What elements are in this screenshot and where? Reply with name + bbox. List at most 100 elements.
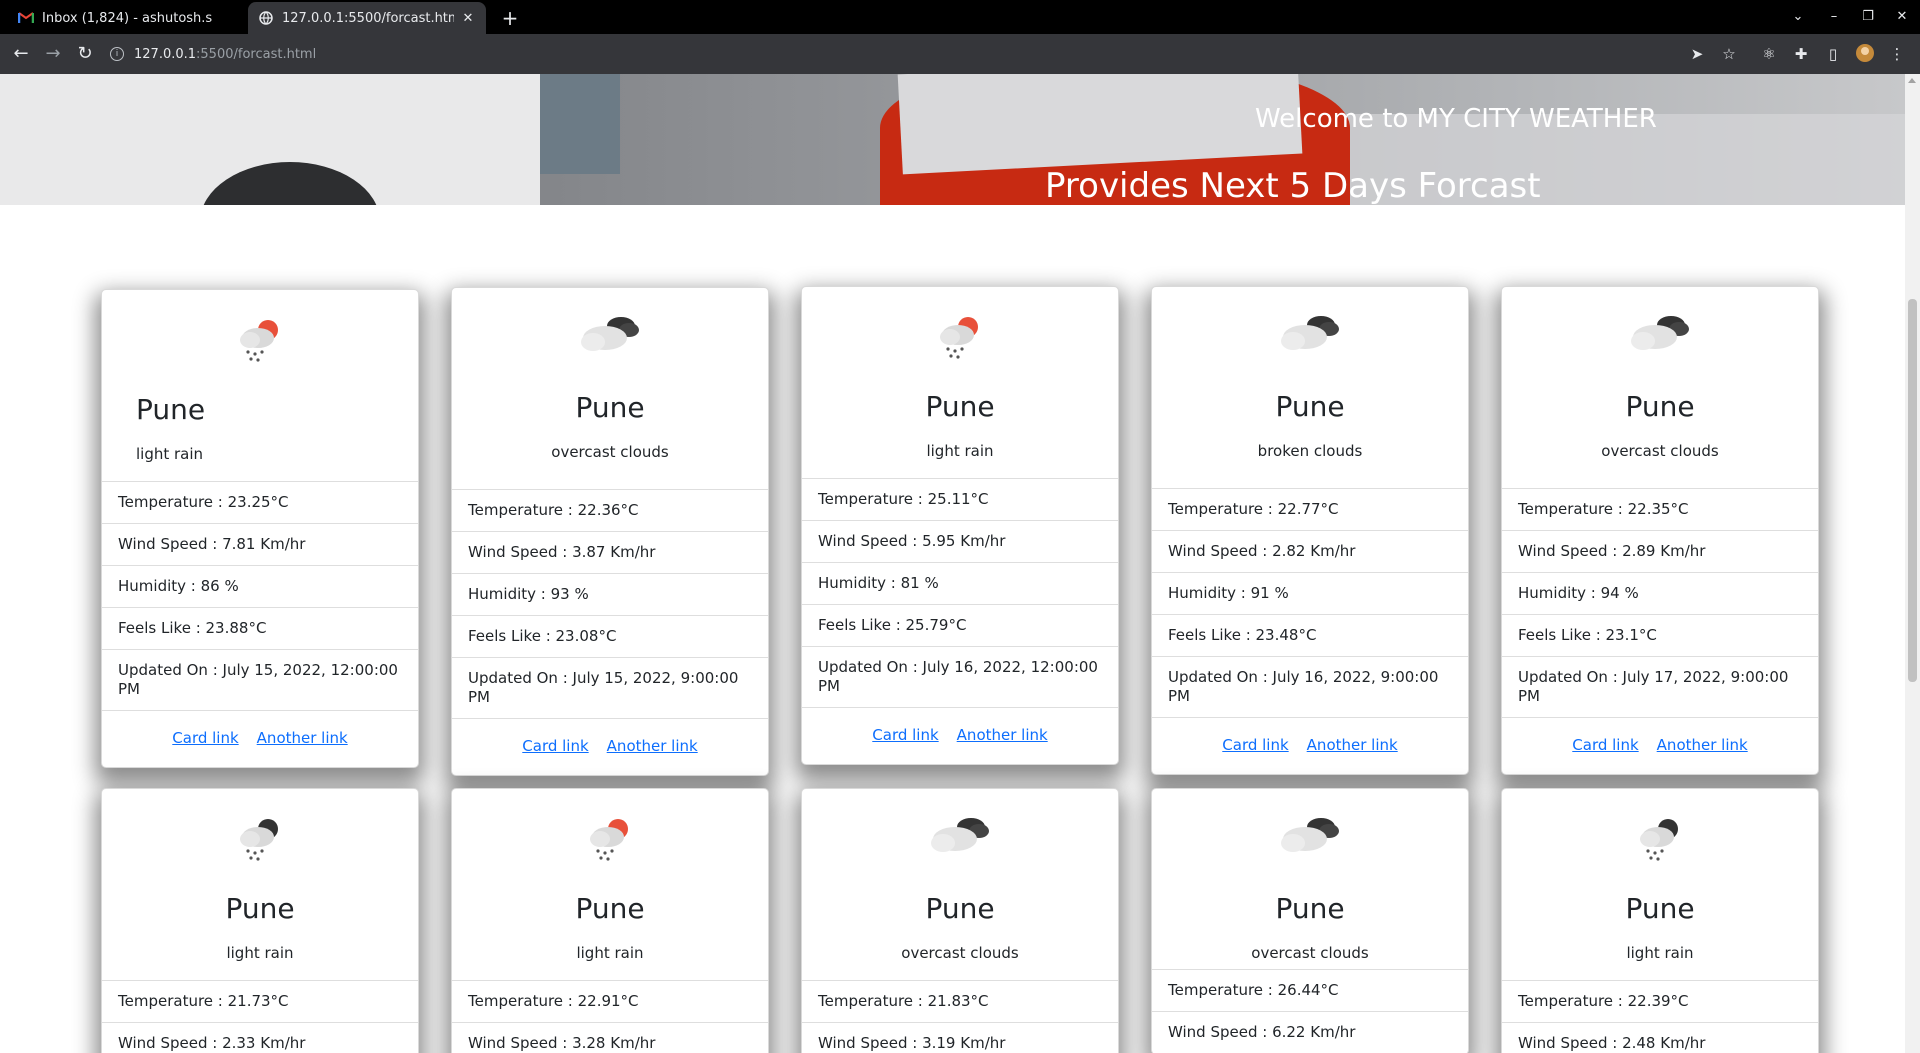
hero-image-window [540, 74, 620, 174]
close-window-icon[interactable]: ✕ [1890, 6, 1914, 28]
back-icon[interactable]: ← [8, 41, 34, 67]
wind-speed-item: Wind Speed : 3.28 Km/hr [452, 1023, 768, 1053]
page-scrollbar[interactable] [1905, 74, 1920, 1053]
humidity-item: Humidity : 91 % [1152, 573, 1468, 615]
rain-sun-icon [102, 310, 418, 370]
card-links: Card link Another link [102, 711, 418, 767]
card-link[interactable]: Card link [872, 726, 938, 744]
feels-like-item: Feels Like : 23.88°C [102, 608, 418, 650]
hero-banner: Welcome to MY CITY WEATHER Provides Next… [0, 74, 1905, 205]
wind-speed-item: Wind Speed : 7.81 Km/hr [102, 524, 418, 566]
tab-search-icon[interactable]: ⌄ [1786, 6, 1810, 28]
card-description: broken clouds [1257, 442, 1363, 460]
tab-forcast-page[interactable]: 127.0.0.1:5500/forcast.htm ✕ [248, 2, 486, 34]
humidity-item: Humidity : 81 % [802, 563, 1118, 605]
browser-menu-icon[interactable]: ⋮ [1886, 43, 1908, 65]
another-link[interactable]: Another link [1307, 736, 1398, 754]
another-link[interactable]: Another link [607, 737, 698, 755]
temperature-item: Temperature : 22.36°C [452, 490, 768, 532]
another-link[interactable]: Another link [1657, 736, 1748, 754]
card-links: Card link Another link [802, 708, 1118, 764]
another-link[interactable]: Another link [957, 726, 1048, 744]
card-description: overcast clouds [551, 443, 669, 461]
card-details-list: Temperature : 26.44°C Wind Speed : 6.22 … [1152, 969, 1468, 1053]
scroll-up-arrow-icon[interactable] [1908, 78, 1916, 83]
gmail-icon [18, 10, 34, 26]
card-link[interactable]: Card link [172, 729, 238, 747]
card-details-list: Temperature : 22.77°C Wind Speed : 2.82 … [1152, 488, 1468, 718]
forward-icon[interactable]: → [40, 41, 66, 67]
another-link[interactable]: Another link [257, 729, 348, 747]
overcast-clouds-icon [802, 809, 1118, 859]
card-links: Card link Another link [1502, 718, 1818, 774]
temperature-item: Temperature : 22.77°C [1152, 489, 1468, 531]
minimize-icon[interactable]: – [1822, 6, 1846, 28]
scrollbar-thumb[interactable] [1908, 299, 1917, 682]
card-link[interactable]: Card link [522, 737, 588, 755]
react-devtools-icon[interactable]: ⚛ [1758, 43, 1780, 65]
temperature-item: Temperature : 22.39°C [1502, 981, 1818, 1023]
forecast-card: Pune overcast clouds Temperature : 26.44… [1151, 788, 1469, 1053]
extensions-puzzle-icon[interactable]: ✚ [1790, 43, 1812, 65]
card-description: light rain [926, 442, 994, 460]
feels-like-item: Feels Like : 25.79°C [802, 605, 1118, 647]
card-details-list: Temperature : 21.83°C Wind Speed : 3.19 … [802, 980, 1118, 1053]
card-city: Pune [925, 390, 995, 423]
card-details-list: Temperature : 22.91°C Wind Speed : 3.28 … [452, 980, 768, 1053]
wind-speed-item: Wind Speed : 2.48 Km/hr [1502, 1023, 1818, 1053]
address-bar[interactable]: i 127.0.0.1:5500/forcast.html [110, 39, 1710, 69]
humidity-item: Humidity : 94 % [1502, 573, 1818, 615]
temperature-item: Temperature : 22.35°C [1502, 489, 1818, 531]
rain-night-icon [102, 809, 418, 869]
forecast-card: Pune overcast clouds Temperature : 22.35… [1501, 286, 1819, 775]
overcast-clouds-icon [1152, 809, 1468, 859]
wind-speed-item: Wind Speed : 2.89 Km/hr [1502, 531, 1818, 573]
close-tab-icon[interactable]: ✕ [460, 11, 476, 26]
card-city: Pune [1625, 892, 1695, 925]
send-icon[interactable]: ➤ [1686, 43, 1708, 65]
wind-speed-item: Wind Speed : 3.87 Km/hr [452, 532, 768, 574]
tab-title: Inbox (1,824) - ashutosh.s [42, 10, 213, 26]
card-link[interactable]: Card link [1572, 736, 1638, 754]
wind-speed-item: Wind Speed : 2.33 Km/hr [102, 1023, 418, 1053]
side-panel-icon[interactable]: ▯ [1822, 43, 1844, 65]
reload-icon[interactable]: ↻ [72, 41, 98, 67]
updated-on-item: Updated On : July 16, 2022, 9:00:00 PM [1152, 657, 1468, 718]
site-info-icon[interactable]: i [110, 47, 124, 61]
card-header: Pune overcast clouds [452, 288, 768, 479]
wind-speed-item: Wind Speed : 2.82 Km/hr [1152, 531, 1468, 573]
card-description: light rain [226, 944, 294, 962]
updated-on-item: Updated On : July 15, 2022, 12:00:00 PM [102, 650, 418, 711]
card-details-list: Temperature : 23.25°C Wind Speed : 7.81 … [102, 481, 418, 711]
restore-icon[interactable]: ❐ [1856, 6, 1880, 28]
card-link[interactable]: Card link [1222, 736, 1288, 754]
temperature-item: Temperature : 22.91°C [452, 981, 768, 1023]
browser-toolbar: ← → ↻ i 127.0.0.1:5500/forcast.html ➤ ☆ … [0, 34, 1920, 74]
feels-like-item: Feels Like : 23.48°C [1152, 615, 1468, 657]
card-header: Pune overcast clouds [1502, 287, 1818, 478]
card-header: Pune light rain [452, 789, 768, 980]
forecast-card: Pune light rain Temperature : 25.11°C Wi… [801, 286, 1119, 765]
bookmark-star-icon[interactable]: ☆ [1718, 43, 1740, 65]
new-tab-button[interactable]: + [496, 4, 524, 32]
card-header: Pune light rain [102, 789, 418, 980]
broken-clouds-icon [1152, 307, 1468, 357]
forecast-card: Pune light rain Temperature : 22.91°C Wi… [451, 788, 769, 1053]
forecast-card: Pune light rain Temperature : 22.39°C Wi… [1501, 788, 1819, 1053]
card-city: Pune [575, 892, 645, 925]
card-header: Pune light rain [802, 287, 1118, 478]
profile-avatar-icon[interactable] [1854, 43, 1876, 65]
card-links: Card link Another link [1152, 718, 1468, 774]
temperature-item: Temperature : 21.73°C [102, 981, 418, 1023]
feels-like-item: Feels Like : 23.1°C [1502, 615, 1818, 657]
tab-gmail-inbox[interactable]: Inbox (1,824) - ashutosh.s [8, 2, 246, 34]
temperature-item: Temperature : 26.44°C [1152, 970, 1468, 1012]
url-path: :5500/forcast.html [196, 46, 317, 62]
card-city: Pune [1275, 390, 1345, 423]
url-host: 127.0.0.1 [134, 46, 197, 62]
card-details-list: Temperature : 25.11°C Wind Speed : 5.95 … [802, 478, 1118, 708]
card-details-list: Temperature : 22.35°C Wind Speed : 2.89 … [1502, 488, 1818, 718]
card-description: light rain [576, 944, 644, 962]
forecast-card: Pune overcast clouds Temperature : 21.83… [801, 788, 1119, 1053]
card-details-list: Temperature : 22.39°C Wind Speed : 2.48 … [1502, 980, 1818, 1053]
